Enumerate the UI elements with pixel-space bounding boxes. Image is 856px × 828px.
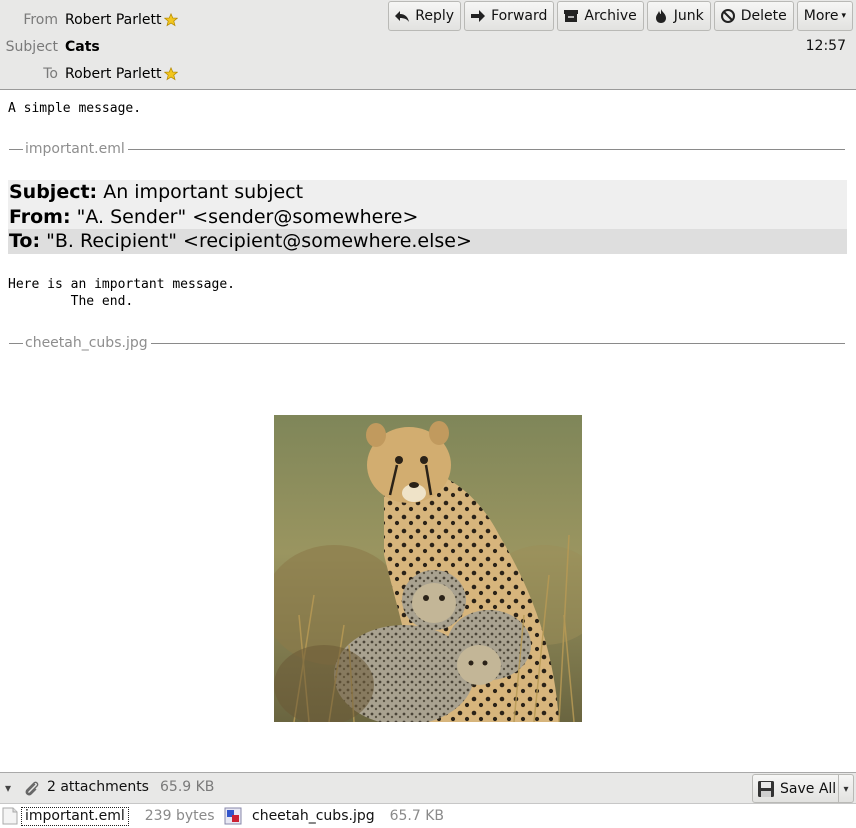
attachment-name: important.eml <box>21 806 129 826</box>
save-all-button[interactable]: Save All <box>752 774 839 803</box>
embedded-subject-label: Subject: <box>9 181 98 203</box>
attachment-divider-label: important.eml <box>25 141 125 157</box>
chevron-down-icon: ▾ <box>841 11 846 21</box>
attachment-size: 239 bytes <box>144 808 215 824</box>
attachment-count[interactable]: 2 attachments <box>47 779 149 795</box>
archive-button[interactable]: Archive <box>557 1 644 31</box>
attachment-total-size: 65.9 KB <box>160 779 215 795</box>
subject-row: Subject Cats <box>0 37 100 57</box>
archive-icon <box>564 10 579 22</box>
embedded-text-line-1: Here is an important message. <box>8 277 235 292</box>
star-icon[interactable] <box>163 13 178 27</box>
embedded-subject-value: An important subject <box>103 181 304 203</box>
message-time: 12:57 <box>805 38 846 54</box>
attachment-size: 65.7 KB <box>389 808 445 824</box>
attachment-item[interactable]: important.eml 239 bytes <box>2 804 215 828</box>
to-label: To <box>43 66 58 82</box>
attachment-divider-label: cheetah_cubs.jpg <box>25 335 148 351</box>
save-all-dropdown[interactable]: ▾ <box>839 774 854 803</box>
reply-icon <box>395 11 410 22</box>
attachment-list: important.eml 239 bytes cheetah_cubs.jpg… <box>0 804 856 828</box>
reply-button[interactable]: Reply <box>388 1 462 31</box>
chevron-down-icon[interactable]: ▾ <box>5 781 11 795</box>
message-header: From Robert Parlett Subject Cats To Robe… <box>0 0 856 90</box>
delete-icon <box>720 9 735 23</box>
attachment-divider: important.eml <box>9 141 845 157</box>
from-row: From Robert Parlett <box>0 10 178 30</box>
from-label: From <box>23 12 58 28</box>
from-value[interactable]: Robert Parlett <box>65 12 162 28</box>
embedded-message-header: Subject: An important subject From: "A. … <box>8 180 847 254</box>
embedded-from-label: From: <box>9 205 71 228</box>
chevron-down-icon: ▾ <box>843 784 849 795</box>
embedded-to-value: "B. Recipient" <recipient@somewhere.else… <box>46 230 472 252</box>
forward-button[interactable]: Forward <box>464 1 555 31</box>
more-label: More <box>803 8 839 24</box>
embedded-to-row: To: "B. Recipient" <recipient@somewhere.… <box>8 229 847 254</box>
paperclip-icon <box>25 781 39 796</box>
embedded-text-line-2: The end. <box>8 294 134 309</box>
save-icon <box>758 780 774 797</box>
message-toolbar: Reply Forward Archive Junk Delete More ▾ <box>388 1 853 31</box>
subject-value: Cats <box>65 39 100 55</box>
embedded-subject-row: Subject: An important subject <box>8 180 847 205</box>
embedded-to-label: To: <box>9 230 41 252</box>
reply-label: Reply <box>415 8 455 24</box>
junk-icon <box>655 9 666 23</box>
to-row: To Robert Parlett <box>0 64 178 84</box>
delete-button[interactable]: Delete <box>713 1 794 31</box>
file-icon <box>2 807 18 825</box>
attachment-divider: cheetah_cubs.jpg <box>9 335 845 351</box>
delete-label: Delete <box>740 8 787 24</box>
more-button[interactable]: More ▾ <box>796 1 853 31</box>
embedded-from-row: From: "A. Sender" <sender@somewhere> <box>8 204 847 229</box>
attachment-bar: ▾ 2 attachments 65.9 KB Save All ▾ <box>0 772 856 804</box>
message-body: A simple message. important.eml Subject:… <box>0 90 856 772</box>
cheetah-image <box>274 415 582 722</box>
forward-icon <box>471 10 486 22</box>
junk-button[interactable]: Junk <box>646 1 711 31</box>
to-value[interactable]: Robert Parlett <box>65 66 162 82</box>
intro-text: A simple message. <box>8 101 142 116</box>
embedded-from-value: "A. Sender" <sender@somewhere> <box>76 205 419 228</box>
star-icon[interactable] <box>163 67 178 81</box>
forward-label: Forward <box>491 8 548 24</box>
subject-label: Subject <box>5 39 58 55</box>
attachment-name: cheetah_cubs.jpg <box>252 808 375 824</box>
image-file-icon <box>224 807 242 825</box>
junk-label: Junk <box>673 8 704 24</box>
save-all-label: Save All <box>780 780 837 797</box>
attachment-item[interactable]: cheetah_cubs.jpg 65.7 KB <box>224 804 444 828</box>
archive-label: Archive <box>584 8 637 24</box>
